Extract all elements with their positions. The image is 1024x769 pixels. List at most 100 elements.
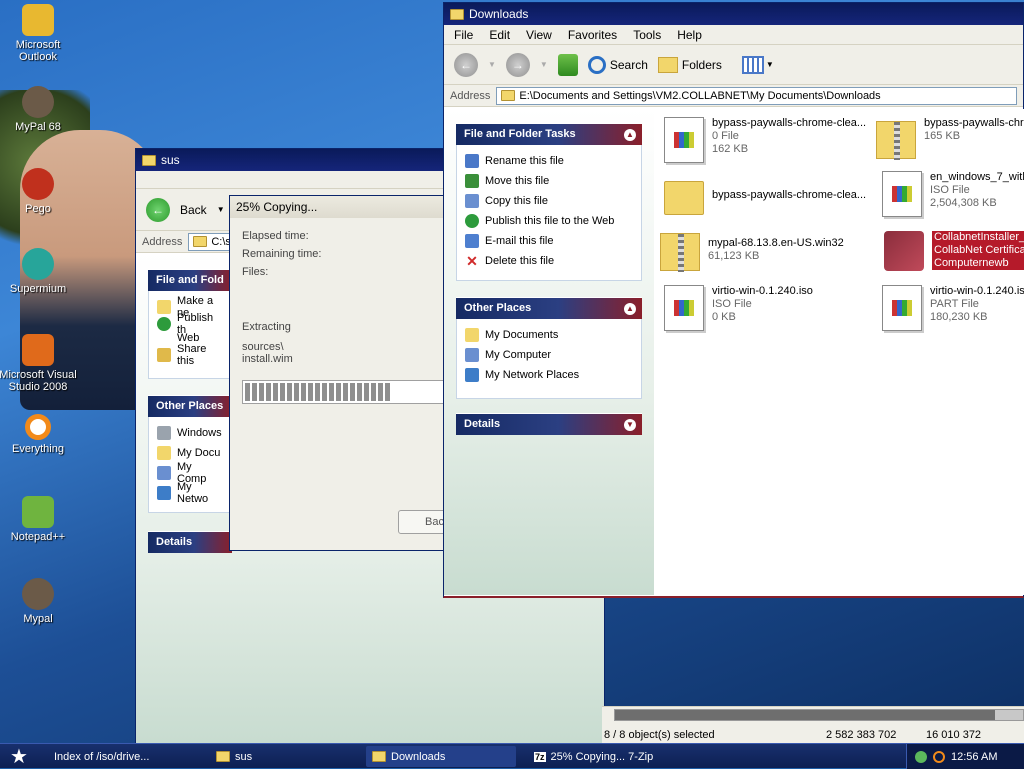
- other-places-panel: My Documents My Computer My Network Plac…: [456, 319, 642, 399]
- file-item[interactable]: bypass-paywalls-chr 165 KB: [876, 117, 1024, 160]
- views-button[interactable]: ▼: [741, 55, 774, 74]
- file-item[interactable]: virtio-win-0.1.240.iso ISO File 0 KB: [664, 285, 813, 331]
- chevron-up-icon[interactable]: ▲: [624, 303, 636, 315]
- sus-place-my-documents[interactable]: My Docu: [157, 443, 223, 463]
- views-icon: [741, 55, 764, 74]
- drive-icon: [157, 426, 171, 440]
- search-tray-icon[interactable]: [933, 750, 945, 763]
- back-arrow-icon[interactable]: ←: [146, 197, 170, 222]
- notepadpp-icon: [22, 496, 54, 528]
- sus-task-share[interactable]: Share this: [157, 343, 223, 367]
- file-item[interactable]: bypass-paywalls-chrome-clea... 0 File 162 …: [664, 117, 866, 163]
- downloads-address-input[interactable]: E:\Documents and Settings\VM2.COLLABNET\…: [496, 86, 1017, 105]
- task-rename[interactable]: Rename this file: [465, 151, 633, 171]
- chevron-up-icon[interactable]: ▲: [624, 129, 636, 141]
- folder-icon: [157, 446, 171, 460]
- desktop-icon-mypal[interactable]: Mypal: [0, 578, 78, 625]
- folder-icon: [216, 751, 230, 762]
- system-tray: 12:56 AM: [906, 744, 1024, 769]
- start-button[interactable]: ★: [2, 746, 36, 768]
- share-icon: [157, 348, 171, 362]
- file-item[interactable]: mypal-68.13.8.en-US.win32 61,123 KB: [660, 229, 844, 272]
- menu-help[interactable]: Help: [677, 28, 702, 42]
- desktop-icon-notepadpp[interactable]: Notepad++: [0, 496, 78, 543]
- copy-progress-bar: [242, 380, 446, 404]
- sus-place-my-network[interactable]: My Netwo: [157, 481, 223, 505]
- task-email[interactable]: E-mail this file: [465, 231, 633, 251]
- desktop-icon-everything[interactable]: Everything: [0, 414, 78, 455]
- taskbar: ★ Index of /iso/drive... sus Downloads 7…: [0, 743, 1024, 769]
- file-item[interactable]: bypass-paywalls-chrome-clea...: [664, 175, 866, 215]
- menu-favorites[interactable]: Favorites: [568, 28, 617, 42]
- menu-tools[interactable]: Tools: [633, 28, 661, 42]
- task-browser[interactable]: Index of /iso/drive...: [48, 746, 178, 767]
- menu-file[interactable]: File: [454, 28, 473, 42]
- desktop-icon-visual-studio[interactable]: Microsoft Visual Studio 2008: [0, 334, 78, 393]
- forward-arrow-icon[interactable]: →: [505, 52, 530, 77]
- copy-dialog[interactable]: 25% Copying... Elapsed time: Remaining t…: [229, 195, 458, 551]
- back-arrow-icon[interactable]: ←: [454, 52, 478, 77]
- place-my-network[interactable]: My Network Places: [465, 365, 633, 385]
- desktop-icon-outlook[interactable]: Microsoft Outlook: [0, 4, 78, 63]
- desktop-icon-supermium[interactable]: Supermium: [0, 248, 78, 295]
- elapsed-time-label: Elapsed time:: [242, 230, 309, 242]
- file-item[interactable]: virtio-win-0.1.240.is PART File 180,230 KB: [882, 285, 1024, 331]
- sus-place-my-computer[interactable]: My Comp: [157, 461, 223, 485]
- file-icon: [882, 285, 922, 331]
- task-publish[interactable]: Publish this file to the Web: [465, 211, 633, 231]
- other-places-header[interactable]: Other Places ▲: [456, 297, 642, 319]
- network-tray-icon[interactable]: [915, 750, 927, 763]
- downloads-left-pane: File and Folder Tasks ▲ Rename this file…: [444, 109, 654, 595]
- sus-details-header[interactable]: Details: [148, 531, 232, 553]
- desktop-icon-pego[interactable]: Pego: [0, 168, 78, 215]
- file-icon: [664, 117, 704, 163]
- task-copy[interactable]: Copy this file: [465, 191, 633, 211]
- downloads-title-bar[interactable]: Downloads: [444, 3, 1023, 25]
- status-size-total: 2 582 383 702: [826, 729, 897, 741]
- sus-place-windows[interactable]: Windows: [157, 423, 223, 443]
- folders-button[interactable]: Folders: [657, 56, 722, 73]
- file-folder-tasks-header[interactable]: File and Folder Tasks ▲: [456, 123, 642, 145]
- folder-icon: [372, 751, 386, 762]
- raccoon-icon: [22, 578, 54, 610]
- chevron-down-icon[interactable]: ▼: [217, 205, 225, 214]
- menu-view[interactable]: View: [526, 28, 552, 42]
- status-size-selected: 16 010 372: [926, 729, 982, 741]
- folder-icon: [664, 181, 704, 215]
- task-downloads[interactable]: Downloads: [366, 746, 516, 767]
- rename-icon: [465, 154, 479, 168]
- file-icon: [664, 285, 704, 331]
- chevron-down-icon[interactable]: ▼: [488, 60, 496, 69]
- task-sus[interactable]: sus: [210, 746, 350, 767]
- folder-icon: [501, 90, 516, 101]
- sus-other-places-panel: Windows My Docu My Comp My Netwo: [148, 417, 232, 513]
- chevron-down-icon[interactable]: ▼: [540, 60, 548, 69]
- folder-icon: [465, 328, 479, 342]
- sus-task-publish[interactable]: Publish th: [157, 312, 223, 336]
- task-move[interactable]: Move this file: [465, 171, 633, 191]
- chevron-down-icon[interactable]: ▼: [624, 419, 636, 431]
- installer-icon: [884, 231, 924, 271]
- downloads-window[interactable]: Downloads File Edit View Favorites Tools…: [443, 2, 1024, 598]
- search-button[interactable]: Search: [587, 55, 648, 74]
- task-7zip[interactable]: 7z 25% Copying... 7-Zip: [528, 746, 688, 767]
- zip-folder-icon: [876, 121, 916, 160]
- back-button[interactable]: Back: [180, 203, 207, 217]
- sus-file-tasks-header[interactable]: File and Fold: [148, 269, 232, 291]
- clock[interactable]: 12:56 AM: [951, 751, 997, 763]
- place-my-documents[interactable]: My Documents: [465, 325, 633, 345]
- desktop-icon-mypal68[interactable]: MyPal 68: [0, 86, 78, 133]
- globe-icon: [157, 317, 171, 331]
- horizontal-scrollbar[interactable]: [614, 709, 1024, 721]
- copy-dialog-title-bar[interactable]: 25% Copying...: [230, 196, 444, 218]
- file-item[interactable]: en_windows_7_with ISO File 2,504,308 KB: [882, 171, 1024, 217]
- 7zip-icon: 7z: [534, 751, 546, 762]
- up-folder-icon[interactable]: [557, 53, 578, 76]
- details-header[interactable]: Details ▼: [456, 413, 642, 435]
- menu-edit[interactable]: Edit: [489, 28, 510, 42]
- file-item-selected[interactable]: CollabnetInstaller_la CollabNet Certifica…: [884, 231, 1024, 271]
- sus-other-places-header[interactable]: Other Places: [148, 395, 232, 417]
- place-my-computer[interactable]: My Computer: [465, 345, 633, 365]
- task-delete[interactable]: ✕ Delete this file: [465, 251, 633, 271]
- folder-icon: [450, 8, 464, 20]
